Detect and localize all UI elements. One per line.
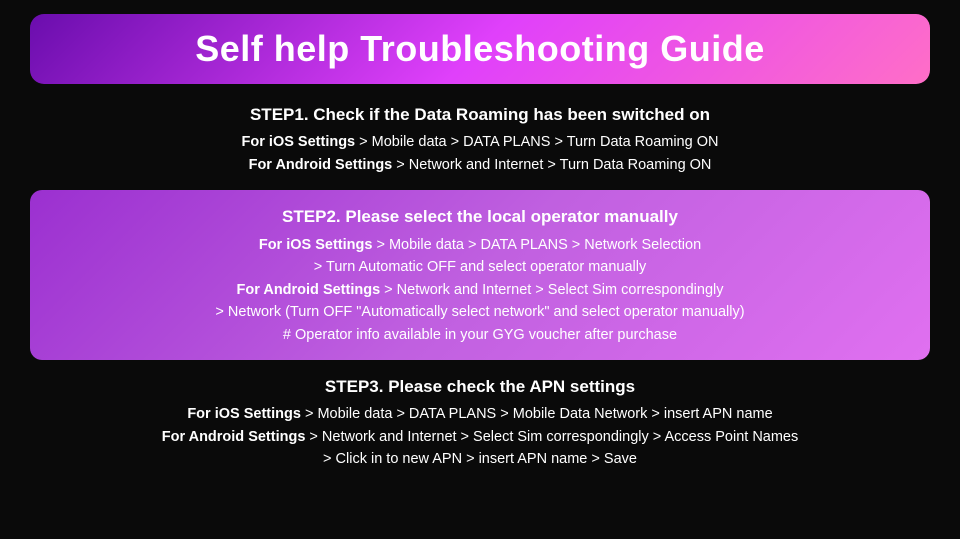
step2-line-1: > Turn Automatic OFF and select operator…	[50, 256, 910, 278]
step2-line-4: # Operator info available in your GYG vo…	[50, 324, 910, 346]
steps-container: STEP1. Check if the Data Roaming has bee…	[30, 102, 930, 471]
step2-line-2: For Android Settings > Network and Inter…	[50, 279, 910, 301]
step1-block: STEP1. Check if the Data Roaming has bee…	[30, 102, 930, 176]
step2-title: STEP2. Please select the local operator …	[50, 204, 910, 230]
step2-line-0: For iOS Settings > Mobile data > DATA PL…	[50, 234, 910, 256]
step2-block: STEP2. Please select the local operator …	[30, 190, 930, 360]
step3-line-1: For Android Settings > Network and Inter…	[30, 426, 930, 448]
page-title: Self help Troubleshooting Guide	[195, 28, 765, 69]
step3-title: STEP3. Please check the APN settings	[30, 374, 930, 400]
step3-block: STEP3. Please check the APN settings For …	[30, 374, 930, 471]
title-banner: Self help Troubleshooting Guide	[30, 14, 930, 84]
step3-line-2: > Click in to new APN > insert APN name …	[30, 448, 930, 470]
step1-line-0: For iOS Settings > Mobile data > DATA PL…	[30, 131, 930, 153]
step1-line-1: For Android Settings > Network and Inter…	[30, 154, 930, 176]
step3-line-0: For iOS Settings > Mobile data > DATA PL…	[30, 403, 930, 425]
step1-title: STEP1. Check if the Data Roaming has bee…	[30, 102, 930, 128]
step2-line-3: > Network (Turn OFF "Automatically selec…	[50, 301, 910, 323]
